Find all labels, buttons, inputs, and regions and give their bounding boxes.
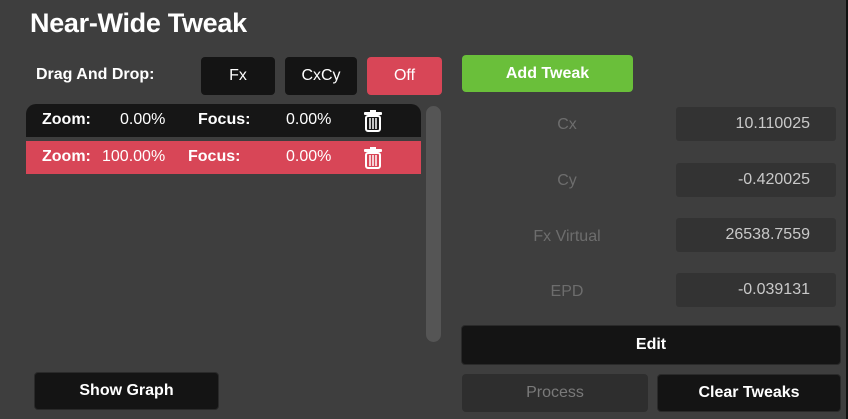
cx-value: 10.110025 xyxy=(676,107,836,141)
focus-value: 0.00% xyxy=(286,111,332,128)
zoom-label: Zoom: xyxy=(42,148,91,165)
focus-value: 0.00% xyxy=(286,148,332,165)
fx-virtual-value: 26538.7559 xyxy=(676,218,836,252)
focus-label: Focus: xyxy=(188,148,241,165)
cx-label: Cx xyxy=(557,116,577,133)
trash-icon[interactable] xyxy=(363,147,383,169)
zoom-value: 100.00% xyxy=(102,148,166,165)
zoom-label: Zoom: xyxy=(42,111,91,128)
dnd-off-button[interactable]: Off xyxy=(367,57,442,95)
edit-button[interactable]: Edit xyxy=(461,325,841,365)
tweak-row[interactable]: Zoom: 100.00% Focus: 0.00% xyxy=(26,141,421,174)
tweak-row[interactable]: Zoom: 0.00% Focus: 0.00% xyxy=(26,104,421,137)
dnd-cxcy-button[interactable]: CxCy xyxy=(285,57,357,95)
epd-value: -0.039131 xyxy=(676,273,836,307)
focus-label: Focus: xyxy=(198,111,251,128)
trash-icon[interactable] xyxy=(363,110,383,132)
drag-and-drop-label: Drag And Drop: xyxy=(36,66,155,83)
dnd-fx-button[interactable]: Fx xyxy=(201,57,275,95)
clear-tweaks-button[interactable]: Clear Tweaks xyxy=(657,374,841,412)
fx-virtual-label: Fx Virtual xyxy=(533,228,601,245)
cy-value: -0.420025 xyxy=(676,163,836,197)
add-tweak-button[interactable]: Add Tweak xyxy=(462,55,633,92)
epd-label: EPD xyxy=(550,283,584,300)
zoom-value: 0.00% xyxy=(120,111,166,128)
process-button[interactable]: Process xyxy=(462,374,648,412)
cy-label: Cy xyxy=(557,172,577,189)
tweak-list-scrollbar[interactable] xyxy=(426,106,441,342)
panel-title: Near-Wide Tweak xyxy=(30,8,247,38)
tweak-list: Zoom: 0.00% Focus: 0.00% Zoom: 100.00% F… xyxy=(26,104,421,352)
show-graph-button[interactable]: Show Graph xyxy=(34,372,219,410)
near-wide-tweak-panel: Near-Wide Tweak Drag And Drop: Fx CxCy O… xyxy=(0,0,848,419)
